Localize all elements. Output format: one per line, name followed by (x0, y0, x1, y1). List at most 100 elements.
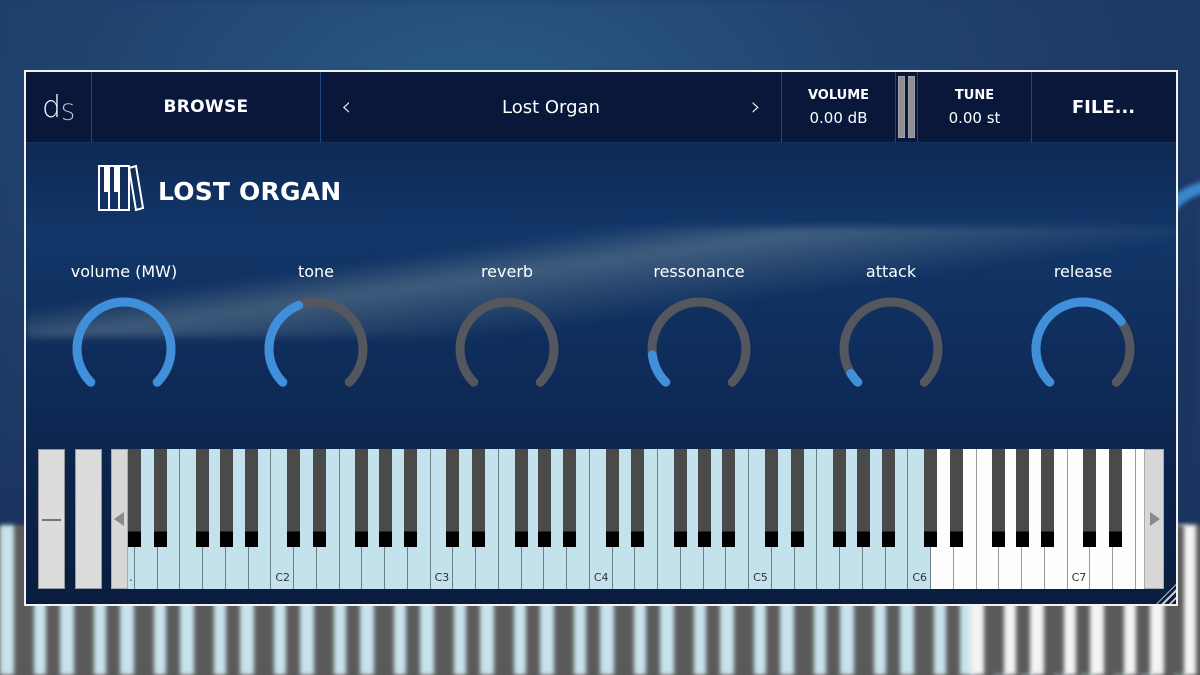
black-key-c#4[interactable] (605, 449, 619, 547)
black-key-c#3[interactable] (446, 449, 460, 547)
knob-label: ressonance (653, 262, 745, 281)
tune-label: TUNE (954, 87, 995, 103)
black-key-d#5[interactable] (790, 449, 804, 547)
black-key-g#1[interactable] (219, 449, 233, 547)
black-key-g#5[interactable] (856, 449, 870, 547)
knob-value-arc (846, 369, 863, 387)
black-key-a#5[interactable] (881, 449, 895, 547)
black-key-g#3[interactable] (538, 449, 552, 547)
triangle-right-icon (1150, 512, 1160, 526)
black-key-d#4[interactable] (631, 449, 645, 547)
volume-label: VOLUME (807, 87, 870, 103)
knob-label: release (1053, 262, 1113, 281)
black-key-f#5[interactable] (833, 449, 847, 547)
ds-logo: dS (26, 72, 92, 142)
plugin-window: dS BROWSE ‹ Lost Organ › VOLUME 0.00 dB … (24, 70, 1178, 606)
meter-right-bar (908, 76, 915, 138)
chevron-right-icon[interactable]: › (751, 92, 761, 122)
octave-label: C3 (434, 571, 450, 584)
keyboard-section: . C2 C3 C4 C5 C6 C7 (38, 447, 1164, 593)
piano-keyboard: . C2 C3 C4 C5 C6 C7 (128, 449, 1146, 589)
tune-control[interactable]: TUNE 0.00 st (918, 72, 1032, 142)
library-books-icon (96, 164, 145, 218)
background-wave (26, 227, 1176, 337)
black-key-g#2[interactable] (379, 449, 393, 547)
keyboard-scroll-left[interactable] (111, 449, 128, 589)
chevron-left-icon[interactable]: ‹ (341, 92, 351, 122)
black-key-f#3[interactable] (514, 449, 528, 547)
volume-control[interactable]: VOLUME 0.00 dB (782, 72, 896, 142)
black-key-c#5[interactable] (764, 449, 778, 547)
knob-value-arc (1031, 297, 1126, 387)
octave-label: C4 (593, 571, 609, 584)
knob-dial[interactable] (836, 294, 946, 404)
browse-label: BROWSE (163, 97, 249, 117)
octave-label: C7 (1071, 571, 1087, 584)
black-key-a#6[interactable] (1040, 449, 1054, 547)
knob-dial[interactable] (261, 294, 371, 404)
browse-button[interactable]: BROWSE (92, 72, 321, 142)
black-key-c#1[interactable] (128, 449, 141, 547)
octave-label: C6 (912, 571, 928, 584)
logo-letter-s: S (61, 100, 75, 126)
black-key-d#6[interactable] (949, 449, 963, 547)
volume-value[interactable]: 0.00 dB (810, 109, 868, 127)
octave-label: C5 (753, 571, 768, 584)
instrument-header: LOST ORGAN (96, 164, 341, 218)
octave-label: C2 (275, 571, 291, 584)
preset-selector: ‹ Lost Organ › (321, 72, 782, 142)
knob-dial[interactable] (1028, 294, 1138, 404)
black-key-a#1[interactable] (244, 449, 258, 547)
first-key-marker: . (129, 571, 133, 584)
pitch-wheel[interactable] (38, 449, 65, 589)
knob-value-arc (264, 300, 304, 387)
black-key-a#3[interactable] (563, 449, 577, 547)
tune-value[interactable]: 0.00 st (949, 109, 1001, 127)
black-key-a#4[interactable] (722, 449, 736, 547)
instrument-title: LOST ORGAN (158, 176, 342, 206)
knob-label: reverb (480, 262, 534, 281)
black-key-c#2[interactable] (287, 449, 301, 547)
preset-name[interactable]: Lost Organ (502, 97, 600, 118)
knob-track (647, 297, 751, 387)
black-key-a#2[interactable] (403, 449, 417, 547)
file-menu-button[interactable]: FILE... (1032, 72, 1175, 142)
black-key-d#1[interactable] (153, 449, 167, 547)
logo-letter-d: d (41, 89, 62, 125)
black-key-g#4[interactable] (697, 449, 711, 547)
triangle-left-icon (114, 512, 124, 526)
black-key-d#7[interactable] (1109, 449, 1123, 547)
knob-volume[interactable]: volume (MW) (54, 262, 194, 404)
black-key-c#6[interactable] (924, 449, 938, 547)
knob-attack[interactable]: attack (821, 262, 961, 404)
knob-reverb[interactable]: reverb (437, 262, 577, 404)
pitch-wheel-center-line (42, 519, 61, 521)
black-key-f#6[interactable] (992, 449, 1006, 547)
black-key-g#6[interactable] (1016, 449, 1030, 547)
meter-left-bar (898, 76, 905, 138)
mod-wheel[interactable] (75, 449, 102, 589)
knob-label: tone (297, 262, 335, 281)
top-bar: dS BROWSE ‹ Lost Organ › VOLUME 0.00 dB … (26, 72, 1176, 143)
level-meter (896, 72, 918, 142)
knob-value-arc (72, 297, 176, 387)
knob-track (455, 297, 559, 387)
knob-release[interactable]: release (1013, 262, 1153, 404)
black-key-d#3[interactable] (472, 449, 486, 547)
keyboard-scroll-right[interactable] (1144, 449, 1164, 589)
knob-value-arc (647, 350, 671, 387)
black-key-c#7[interactable] (1083, 449, 1097, 547)
knob-dial[interactable] (69, 294, 179, 404)
black-key-f#2[interactable] (355, 449, 369, 547)
knob-track (839, 297, 943, 387)
knob-label: attack (865, 262, 917, 281)
file-label: FILE... (1071, 96, 1136, 118)
knob-label: volume (MW) (70, 262, 178, 281)
knob-ressonance[interactable]: ressonance (629, 262, 769, 404)
knob-dial[interactable] (452, 294, 562, 404)
black-key-f#4[interactable] (673, 449, 687, 547)
black-key-f#1[interactable] (196, 449, 210, 547)
knob-dial[interactable] (644, 294, 754, 404)
knob-tone[interactable]: tone (246, 262, 386, 404)
black-key-d#2[interactable] (312, 449, 326, 547)
